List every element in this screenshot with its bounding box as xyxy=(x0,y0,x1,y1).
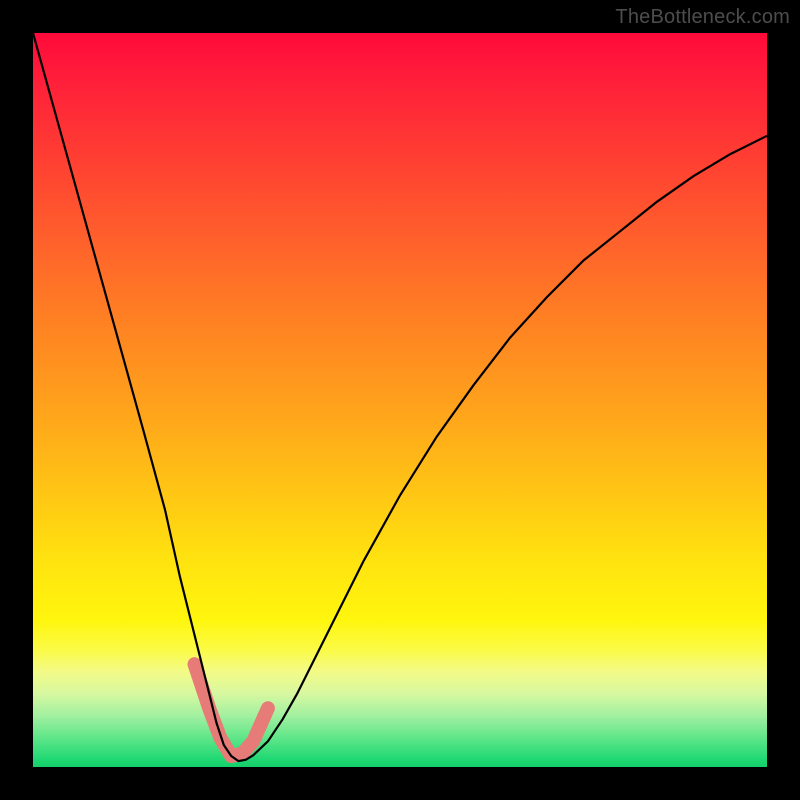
plot-area xyxy=(33,33,767,767)
curve-svg xyxy=(33,33,767,767)
watermark-text: TheBottleneck.com xyxy=(615,6,790,29)
chart-frame: TheBottleneck.com xyxy=(0,0,800,800)
bottleneck-curve xyxy=(33,33,767,761)
